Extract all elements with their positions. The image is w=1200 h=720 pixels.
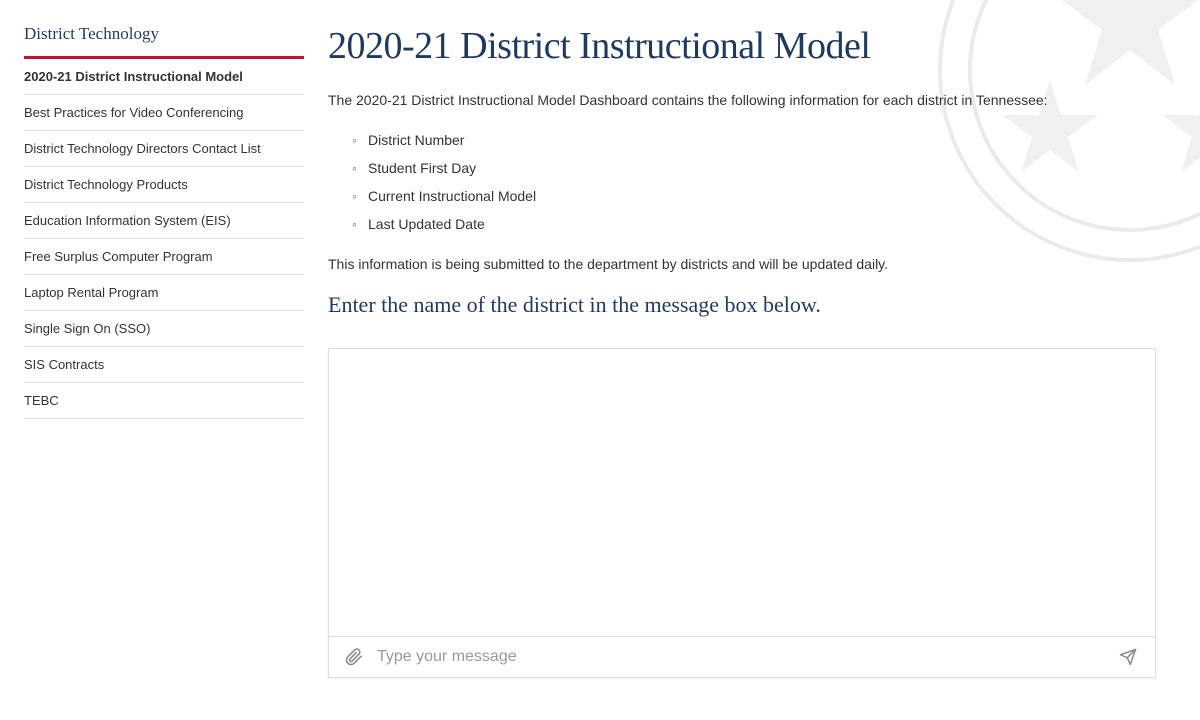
nav-item-sso[interactable]: Single Sign On (SSO) [24, 311, 304, 347]
nav-item-directors-contact[interactable]: District Technology Directors Contact Li… [24, 131, 304, 167]
send-icon[interactable] [1117, 648, 1139, 666]
nav-item-technology-products[interactable]: District Technology Products [24, 167, 304, 203]
nav-item-laptop-rental[interactable]: Laptop Rental Program [24, 275, 304, 311]
nav-item-video-conferencing[interactable]: Best Practices for Video Conferencing [24, 95, 304, 131]
main-content: 2020-21 District Instructional Model The… [328, 24, 1176, 678]
sidebar: District Technology 2020-21 District Ins… [24, 24, 304, 678]
nav-list: 2020-21 District Instructional Model Bes… [24, 59, 304, 419]
bullet-item: District Number [352, 126, 1156, 154]
update-note: This information is being submitted to t… [328, 256, 1156, 272]
sidebar-title: District Technology [24, 24, 304, 59]
page-title: 2020-21 District Instructional Model [328, 24, 1156, 68]
bullet-item: Last Updated Date [352, 210, 1156, 238]
nav-item-tebc[interactable]: TEBC [24, 383, 304, 419]
nav-item-surplus-computer[interactable]: Free Surplus Computer Program [24, 239, 304, 275]
nav-item-instructional-model[interactable]: 2020-21 District Instructional Model [24, 59, 304, 95]
prompt-heading: Enter the name of the district in the me… [328, 292, 1156, 318]
paperclip-icon[interactable] [345, 647, 363, 667]
bullet-list: District Number Student First Day Curren… [352, 126, 1156, 238]
intro-text: The 2020-21 District Instructional Model… [328, 92, 1156, 108]
bullet-item: Student First Day [352, 154, 1156, 182]
chat-input-bar [329, 636, 1155, 677]
bullet-item: Current Instructional Model [352, 182, 1156, 210]
chat-message-area [329, 349, 1155, 636]
nav-item-eis[interactable]: Education Information System (EIS) [24, 203, 304, 239]
chat-input[interactable] [377, 648, 1103, 666]
nav-item-sis-contracts[interactable]: SIS Contracts [24, 347, 304, 383]
chat-widget [328, 348, 1156, 678]
